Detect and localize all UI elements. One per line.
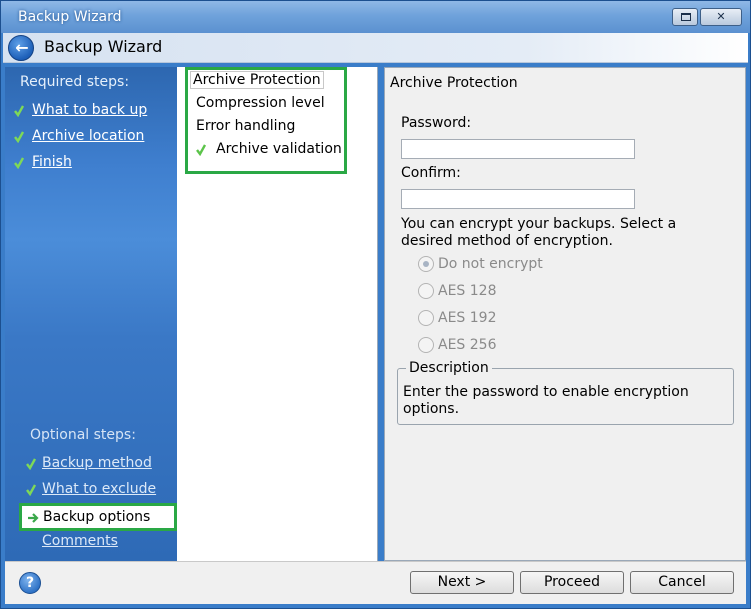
required-steps-heading: Required steps:: [20, 74, 130, 90]
backup-wizard-window: Backup Wizard ✕ ← Backup Wizard Required…: [0, 0, 751, 609]
confirm-label: Confirm:: [401, 165, 461, 181]
close-button[interactable]: ✕: [700, 8, 742, 26]
description-legend: Description: [406, 360, 492, 376]
radio-button[interactable]: [418, 337, 434, 353]
nav-item-what-to-back-up[interactable]: What to back up: [32, 102, 147, 118]
options-list: Archive Protection Compression level Err…: [177, 67, 378, 561]
current-step-arrow-icon: [27, 512, 39, 524]
option-compression-level[interactable]: Compression level: [196, 95, 325, 111]
panel-title: Archive Protection: [390, 75, 518, 91]
radio-do-not-encrypt[interactable]: Do not encrypt: [418, 254, 543, 274]
radio-button[interactable]: [418, 283, 434, 299]
nav-item-archive-location[interactable]: Archive location: [32, 128, 144, 144]
wizard-header: ← Backup Wizard: [3, 33, 748, 63]
check-icon: [26, 458, 37, 471]
check-icon: [26, 484, 37, 497]
window-controls: ✕: [672, 8, 742, 26]
check-icon: [14, 105, 25, 118]
option-archive-protection[interactable]: Archive Protection: [190, 71, 324, 89]
option-archive-validation[interactable]: Archive validation: [216, 141, 342, 157]
nav-item-finish[interactable]: Finish: [32, 154, 72, 170]
radio-button[interactable]: [418, 310, 434, 326]
radio-label: Do not encrypt: [438, 256, 543, 272]
cancel-button[interactable]: Cancel: [630, 571, 734, 594]
description-text: Enter the password to enable encryption …: [403, 384, 689, 417]
description-group: Description Enter the password to enable…: [397, 360, 734, 425]
nav-item-comments[interactable]: Comments: [42, 533, 118, 549]
check-icon: [14, 157, 25, 170]
password-input[interactable]: [401, 139, 635, 159]
encryption-info-text: You can encrypt your backups. Select a d…: [401, 216, 677, 249]
title-bar[interactable]: Backup Wizard ✕: [1, 1, 750, 33]
radio-aes-128[interactable]: AES 128: [418, 281, 496, 301]
archive-protection-panel: Archive Protection Password: Confirm: Yo…: [384, 67, 746, 561]
nav-item-label: Backup options: [43, 509, 151, 525]
help-icon[interactable]: ?: [19, 572, 41, 594]
page-title: Backup Wizard: [44, 37, 163, 56]
nav-item-backup-options[interactable]: Backup options: [19, 503, 177, 531]
wizard-footer: ? Next > Proceed Cancel: [5, 561, 746, 604]
back-arrow-icon: ←: [15, 38, 29, 57]
restore-icon: [681, 13, 691, 21]
restore-button[interactable]: [672, 8, 698, 26]
window-title: Backup Wizard: [18, 9, 122, 25]
next-button[interactable]: Next >: [410, 571, 514, 594]
nav-item-backup-method[interactable]: Backup method: [42, 455, 152, 471]
check-icon: [14, 131, 25, 144]
radio-button[interactable]: [418, 256, 434, 272]
check-icon: [196, 144, 207, 157]
option-error-handling[interactable]: Error handling: [196, 118, 295, 134]
options-highlight-box: Archive Protection Compression level Err…: [185, 67, 347, 174]
radio-label: AES 128: [438, 283, 497, 299]
radio-aes-192[interactable]: AES 192: [418, 308, 496, 328]
wizard-steps-sidebar: Required steps: What to back up Archive …: [5, 67, 177, 561]
password-label: Password:: [401, 115, 472, 131]
confirm-password-input[interactable]: [401, 189, 635, 209]
radio-aes-256[interactable]: AES 256: [418, 335, 496, 355]
nav-item-what-to-exclude[interactable]: What to exclude: [42, 481, 156, 497]
optional-steps-heading: Optional steps:: [30, 427, 136, 443]
back-button[interactable]: ←: [8, 35, 34, 61]
radio-label: AES 192: [438, 310, 497, 326]
proceed-button[interactable]: Proceed: [520, 571, 624, 594]
radio-label: AES 256: [438, 337, 497, 353]
close-icon: ✕: [716, 10, 726, 23]
